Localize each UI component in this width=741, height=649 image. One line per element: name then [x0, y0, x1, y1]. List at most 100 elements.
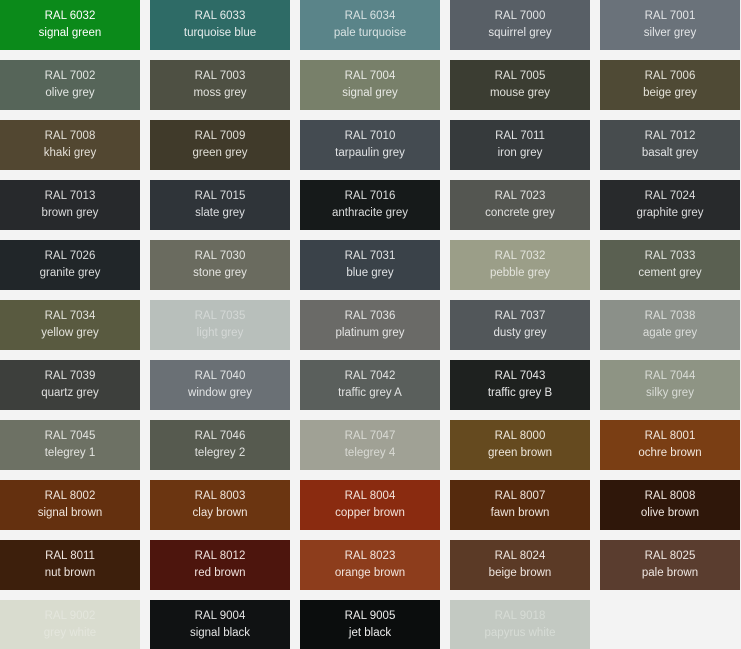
swatch-code: RAL 7047 [344, 430, 396, 442]
color-swatch[interactable]: RAL 7046 telegrey 2 [150, 420, 290, 470]
color-swatch[interactable]: RAL 7040 window grey [150, 360, 290, 410]
swatch-color-name: orange brown [334, 567, 406, 579]
swatch-color-name: signal brown [37, 507, 103, 519]
swatch-code: RAL 7016 [344, 190, 396, 202]
swatch-code: RAL 9004 [194, 610, 246, 622]
swatch-color-name: ochre brown [638, 447, 702, 459]
swatch-code: RAL 9002 [44, 610, 96, 622]
swatch-code: RAL 8008 [644, 490, 696, 502]
color-swatch[interactable]: RAL 7023 concrete grey [450, 180, 590, 230]
color-swatch[interactable]: RAL 7030 stone grey [150, 240, 290, 290]
color-swatch[interactable]: RAL 7031 blue grey [300, 240, 440, 290]
color-swatch[interactable]: RAL 7047 telegrey 4 [300, 420, 440, 470]
swatch-color-name: papyrus white [484, 627, 556, 639]
color-swatch[interactable]: RAL 7035 light grey [150, 300, 290, 350]
swatch-color-name: basalt grey [641, 147, 699, 159]
color-swatch[interactable]: RAL 7037 dusty grey [450, 300, 590, 350]
color-swatch[interactable]: RAL 7024 graphite grey [600, 180, 740, 230]
color-swatch[interactable]: RAL 7038 agate grey [600, 300, 740, 350]
swatch-code: RAL 8003 [194, 490, 246, 502]
color-swatch[interactable]: RAL 7009 green grey [150, 120, 290, 170]
swatch-code: RAL 7024 [644, 190, 696, 202]
swatch-code: RAL 8025 [644, 550, 696, 562]
color-swatch[interactable]: RAL 7039 quartz grey [0, 360, 140, 410]
color-swatch[interactable]: RAL 7033 cement grey [600, 240, 740, 290]
color-swatch[interactable]: RAL 7000 squirrel grey [450, 0, 590, 50]
color-swatch[interactable]: RAL 9018 papyrus white [450, 600, 590, 649]
swatch-color-name: khaki grey [43, 147, 97, 159]
swatch-color-name: nut brown [44, 567, 96, 579]
color-swatch[interactable]: RAL 8000 green brown [450, 420, 590, 470]
swatch-code: RAL 7009 [194, 130, 246, 142]
color-swatch[interactable]: RAL 8002 signal brown [0, 480, 140, 530]
swatch-code: RAL 7044 [644, 370, 696, 382]
color-swatch[interactable]: RAL 6033 turquoise blue [150, 0, 290, 50]
swatch-color-name: pale turquoise [333, 27, 407, 39]
swatch-color-name: platinum grey [335, 327, 405, 339]
color-swatch[interactable]: RAL 7036 platinum grey [300, 300, 440, 350]
color-swatch[interactable]: RAL 7042 traffic grey A [300, 360, 440, 410]
swatch-code: RAL 7000 [494, 10, 546, 22]
color-swatch[interactable]: RAL 7005 mouse grey [450, 60, 590, 110]
color-swatch[interactable]: RAL 7034 yellow grey [0, 300, 140, 350]
swatch-color-name: light grey [196, 327, 244, 339]
color-swatch[interactable]: RAL 7015 slate grey [150, 180, 290, 230]
swatch-code: RAL 8012 [194, 550, 246, 562]
color-swatch[interactable]: RAL 7004 signal grey [300, 60, 440, 110]
color-swatch[interactable]: RAL 7043 traffic grey B [450, 360, 590, 410]
swatch-code: RAL 7037 [494, 310, 546, 322]
swatch-code: RAL 7015 [194, 190, 246, 202]
swatch-code: RAL 8007 [494, 490, 546, 502]
swatch-code: RAL 7031 [344, 250, 396, 262]
color-swatch[interactable]: RAL 9002 grey white [0, 600, 140, 649]
color-swatch[interactable]: RAL 7011 iron grey [450, 120, 590, 170]
color-swatch[interactable]: RAL 7032 pebble grey [450, 240, 590, 290]
swatch-color-name: brown grey [41, 207, 99, 219]
swatch-color-name: silver grey [643, 27, 697, 39]
swatch-code: RAL 7040 [194, 370, 246, 382]
color-swatch[interactable]: RAL 7006 beige grey [600, 60, 740, 110]
color-swatch[interactable]: RAL 7016 anthracite grey [300, 180, 440, 230]
swatch-code: RAL 7008 [44, 130, 96, 142]
swatch-color-name: tarpaulin grey [335, 147, 405, 159]
swatch-color-name: stone grey [193, 267, 247, 279]
swatch-code: RAL 7042 [344, 370, 396, 382]
color-swatch[interactable]: RAL 7044 silky grey [600, 360, 740, 410]
swatch-code: RAL 8004 [344, 490, 396, 502]
color-swatch[interactable]: RAL 9005 jet black [300, 600, 440, 649]
color-swatch[interactable]: RAL 6032 signal green [0, 0, 140, 50]
color-swatch[interactable]: RAL 7010 tarpaulin grey [300, 120, 440, 170]
color-swatch[interactable]: RAL 8025 pale brown [600, 540, 740, 590]
swatch-color-name: traffic grey B [487, 387, 553, 399]
color-swatch[interactable]: RAL 8012 red brown [150, 540, 290, 590]
swatch-color-name: telegrey 1 [44, 447, 96, 459]
color-swatch[interactable]: RAL 8007 fawn brown [450, 480, 590, 530]
swatch-color-name: fawn brown [490, 507, 550, 519]
color-swatch[interactable]: RAL 7003 moss grey [150, 60, 290, 110]
color-swatch[interactable]: RAL 7001 silver grey [600, 0, 740, 50]
swatch-color-name: grey white [43, 627, 97, 639]
color-swatch[interactable]: RAL 8003 clay brown [150, 480, 290, 530]
swatch-color-name: squirrel grey [488, 27, 552, 39]
swatch-code: RAL 7032 [494, 250, 546, 262]
swatch-color-name: signal black [189, 627, 251, 639]
color-swatch[interactable]: RAL 9004 signal black [150, 600, 290, 649]
swatch-color-name: agate grey [642, 327, 698, 339]
color-swatch[interactable]: RAL 8008 olive brown [600, 480, 740, 530]
color-swatch[interactable]: RAL 8001 ochre brown [600, 420, 740, 470]
color-swatch[interactable]: RAL 8004 copper brown [300, 480, 440, 530]
color-swatch[interactable]: RAL 8023 orange brown [300, 540, 440, 590]
color-swatch[interactable]: RAL 7013 brown grey [0, 180, 140, 230]
color-swatch[interactable]: RAL 7026 granite grey [0, 240, 140, 290]
swatch-code: RAL 7030 [194, 250, 246, 262]
color-swatch[interactable]: RAL 8011 nut brown [0, 540, 140, 590]
swatch-code: RAL 8011 [45, 550, 95, 562]
color-swatch[interactable]: RAL 7045 telegrey 1 [0, 420, 140, 470]
color-swatch[interactable]: RAL 7008 khaki grey [0, 120, 140, 170]
color-swatch[interactable]: RAL 8024 beige brown [450, 540, 590, 590]
color-swatch[interactable]: RAL 7002 olive grey [0, 60, 140, 110]
swatch-color-name: cement grey [638, 267, 702, 279]
color-swatch[interactable]: RAL 6034 pale turquoise [300, 0, 440, 50]
color-swatch-grid: RAL 6032 signal green RAL 6033 turquoise bl… [0, 0, 741, 649]
color-swatch[interactable]: RAL 7012 basalt grey [600, 120, 740, 170]
